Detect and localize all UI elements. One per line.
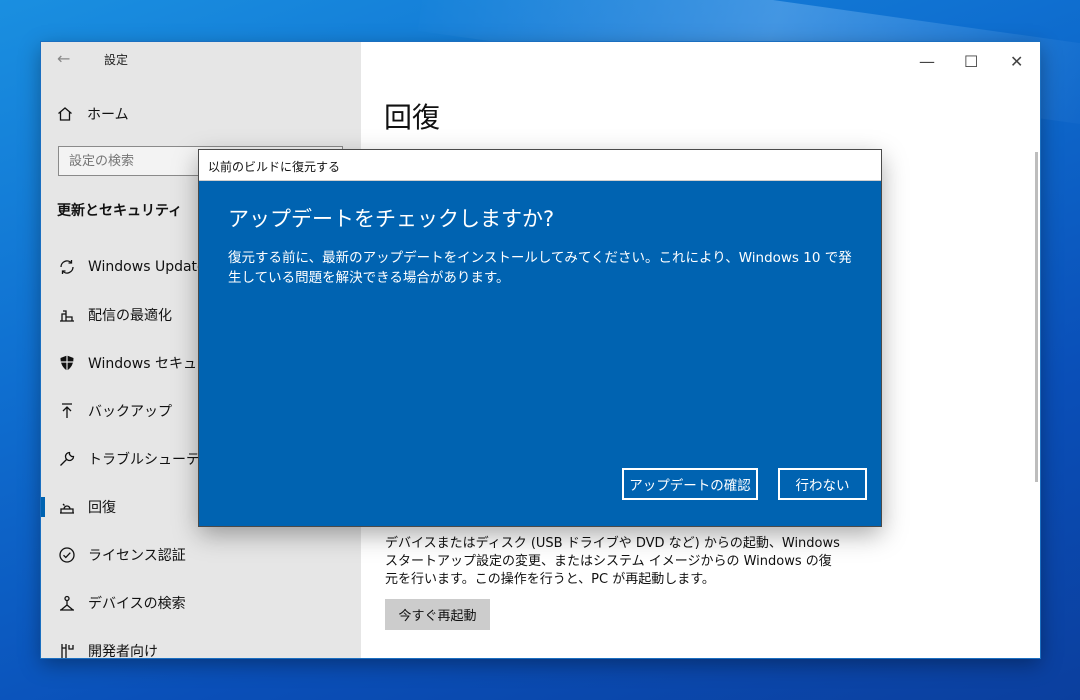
home-icon [58, 107, 72, 121]
recovery-icon [57, 497, 77, 517]
restore-previous-build-dialog: 以前のビルドに復元する アップデートをチェックしますか? 復元する前に、最新のア… [199, 150, 881, 526]
scrollbar[interactable] [1035, 152, 1038, 482]
developer-icon [57, 641, 77, 658]
sidebar-item-activation[interactable]: ライセンス認証 [41, 535, 361, 575]
close-icon[interactable]: ✕ [1010, 52, 1023, 71]
delivery-optimization-icon [57, 305, 77, 325]
no-thanks-button[interactable]: 行わない [778, 468, 867, 500]
page-title: 回復 [384, 101, 441, 134]
sidebar-item-label: 回復 [88, 500, 116, 516]
sidebar-item-label: デバイスの検索 [88, 596, 186, 612]
advanced-startup-description: デバイスまたはディスク (USB ドライブや DVD など) からの起動、Win… [385, 536, 840, 587]
sidebar-item-label: ライセンス認証 [88, 548, 186, 564]
back-arrow-icon[interactable]: ← [57, 49, 70, 68]
dialog-title: 以前のビルドに復元する [208, 160, 341, 174]
sidebar-item-label: バックアップ [88, 404, 172, 420]
home-nav[interactable]: ホーム [57, 104, 129, 124]
sidebar-item-developers[interactable]: 開発者向け [41, 631, 361, 658]
backup-arrow-up-icon [57, 401, 77, 421]
sidebar-item-label: 配信の最適化 [88, 308, 172, 324]
dialog-body-text: 復元する前に、最新のアップデートをインストールしてみてください。これにより、Wi… [228, 250, 852, 286]
active-indicator [41, 497, 45, 517]
home-label: ホーム [87, 107, 129, 123]
window-title: 設定 [104, 53, 129, 67]
find-device-icon [57, 593, 77, 613]
check-circle-icon [57, 545, 77, 565]
sidebar-item-find-device[interactable]: デバイスの検索 [41, 583, 361, 623]
wrench-icon [57, 449, 77, 469]
section-title: 更新とセキュリティ [57, 203, 183, 219]
sidebar-item-label: Windows Update [88, 259, 206, 275]
minimize-icon[interactable]: — [919, 52, 935, 71]
sync-icon [57, 257, 77, 277]
shield-icon [57, 353, 77, 373]
maximize-icon[interactable]: ☐ [964, 52, 978, 71]
restart-now-button[interactable]: 今すぐ再起動 [385, 599, 490, 630]
dialog-heading: アップデートをチェックしますか? [228, 207, 555, 231]
dialog-titlebar: 以前のビルドに復元する [199, 150, 881, 181]
sidebar-item-label: 開発者向け [88, 644, 158, 658]
check-updates-button[interactable]: アップデートの確認 [622, 468, 758, 500]
